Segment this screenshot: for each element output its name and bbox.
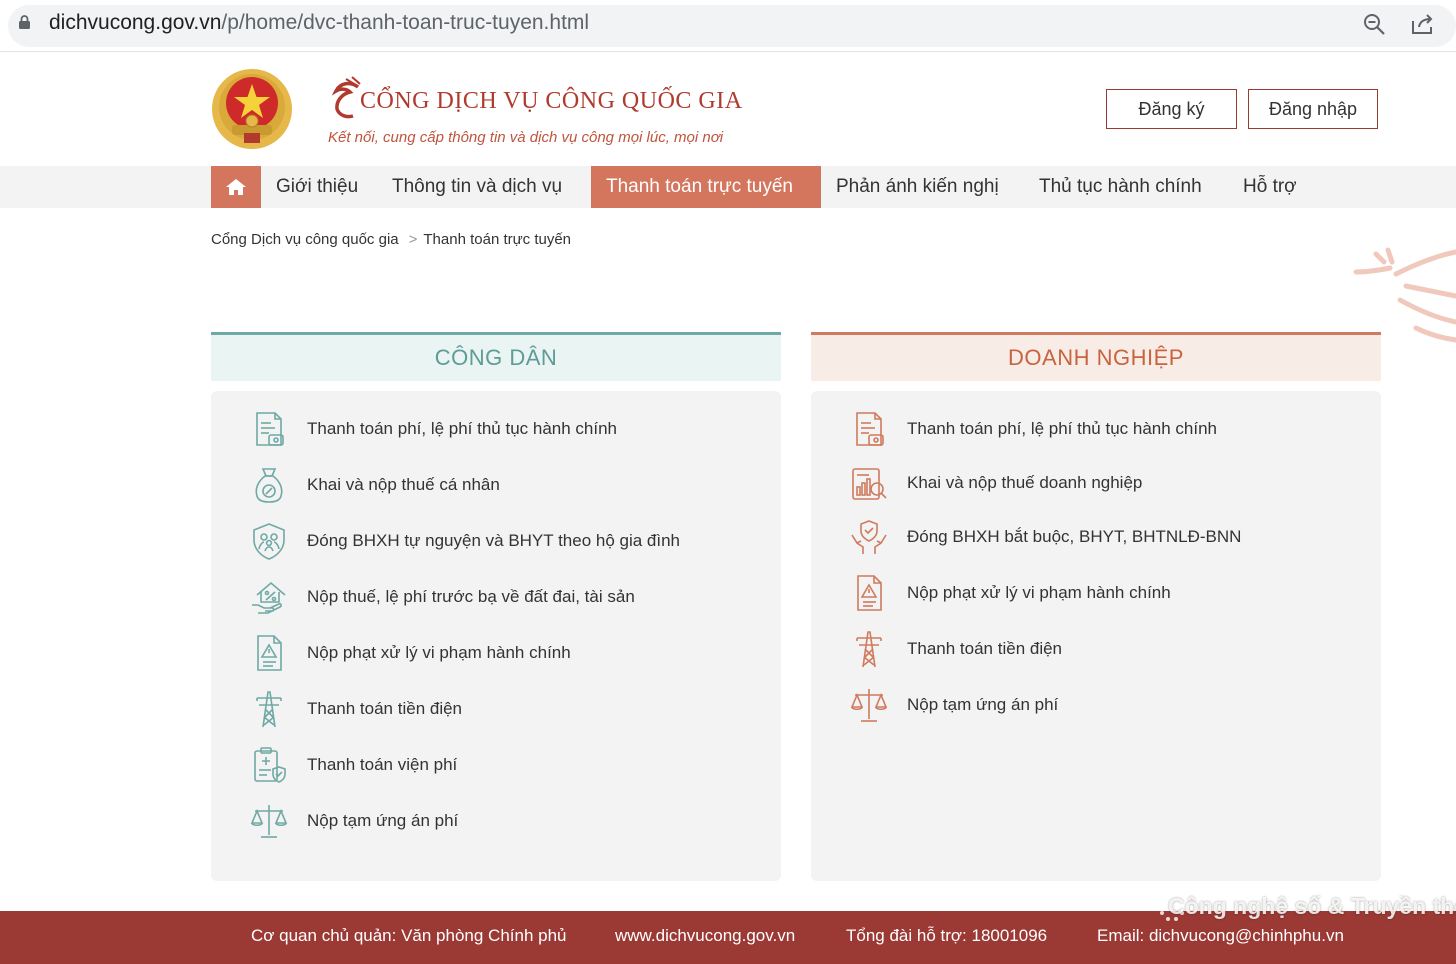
footer-hotline: Tổng đài hỗ trợ: 18001096 xyxy=(846,926,1048,945)
scales-icon xyxy=(850,689,888,722)
hands-shield-icon xyxy=(851,520,887,554)
business-service-label: Nộp phạt xử lý vi phạm hành chính xyxy=(907,583,1171,602)
business-service-label: Khai và nộp thuế doanh nghiệp xyxy=(907,473,1143,492)
footer-email[interactable]: Email: dichvucong@chinhphu.vn xyxy=(1097,926,1344,946)
warning-document-icon xyxy=(857,575,882,611)
nav-item-ho-tro[interactable]: Hỗ trợ xyxy=(1228,166,1312,208)
citizen-service-personal-tax[interactable]: Khai và nộp thuế cá nhân xyxy=(249,465,500,505)
business-service-label: Nộp tạm ứng án phí xyxy=(907,695,1059,714)
business-tax-icon xyxy=(852,468,887,500)
url-host: dichvucong.gov.vn xyxy=(49,11,222,34)
citizen-service-label: Thanh toán viện phí xyxy=(307,755,458,774)
nav-item-thanh-toan[interactable]: Thanh toán trực tuyến xyxy=(591,166,821,208)
power-tower-icon xyxy=(256,691,282,728)
nav-item-thong-tin-dich-vu[interactable]: Thông tin và dịch vụ xyxy=(377,166,577,208)
nav-home[interactable] xyxy=(211,166,261,208)
citizen-service-label: Khai và nộp thuế cá nhân xyxy=(307,475,500,494)
citizen-service-label: Nộp thuế, lệ phí trước bạ về đất đai, tà… xyxy=(307,587,635,606)
fee-document-icon xyxy=(256,412,284,446)
citizen-service-admin-fine[interactable]: Nộp phạt xử lý vi phạm hành chính xyxy=(249,633,571,673)
business-service-business-tax[interactable]: Khai và nộp thuế doanh nghiệp xyxy=(849,463,1142,503)
business-service-admin-fine[interactable]: Nộp phạt xử lý vi phạm hành chính xyxy=(849,573,1171,613)
breadcrumb: Cổng Dịch vụ công quốc gia > Thanh toán tr… xyxy=(211,231,571,248)
house-hand-icon xyxy=(252,581,286,614)
citizen-service-hospital-fee[interactable]: Thanh toán viện phí xyxy=(249,745,457,785)
citizen-service-court-fee[interactable]: Nộp tạm ứng án phí xyxy=(249,801,458,841)
citizen-service-bhxh[interactable]: Đóng BHXH tự nguyện và BHYT theo hộ gia … xyxy=(249,521,680,561)
site-tagline: Kết nối, cung cấp thông tin và dịch vụ c… xyxy=(328,129,724,146)
citizen-service-electricity[interactable]: Thanh toán tiền điện xyxy=(249,689,462,729)
warning-document-icon xyxy=(257,635,282,671)
citizen-service-list: Thanh toán phí, lệ phí thủ tục hành chín… xyxy=(211,391,781,881)
citizen-panel: CÔNG DÂN Thanh toán phí, lệ phí thủ tục … xyxy=(211,332,781,881)
business-service-court-fee[interactable]: Nộp tạm ứng án phí xyxy=(849,685,1058,725)
citizen-service-label: Thanh toán phí, lệ phí thủ tục hành chín… xyxy=(307,419,618,438)
business-service-fee[interactable]: Thanh toán phí, lệ phí thủ tục hành chín… xyxy=(849,409,1217,449)
nav-item-gioi-thieu[interactable]: Giới thiệu xyxy=(261,166,373,208)
home-icon xyxy=(226,179,246,195)
national-emblem-icon[interactable] xyxy=(210,67,294,151)
main-nav: Giới thiệu Thông tin và dịch vụ Thanh to… xyxy=(0,166,1456,208)
nav-item-thu-tuc[interactable]: Thủ tục hành chính xyxy=(1024,166,1217,208)
share-icon[interactable] xyxy=(1410,12,1436,36)
breadcrumb-current: Thanh toán trực tuyến xyxy=(423,231,572,248)
tax-bag-icon xyxy=(255,468,283,503)
business-service-label: Thanh toán tiền điện xyxy=(907,639,1063,658)
citizen-service-label: Thanh toán tiền điện xyxy=(307,699,463,718)
business-service-label: Đóng BHXH bắt buộc, BHYT, BHTNLĐ-BNN xyxy=(907,527,1242,546)
medical-clipboard-icon xyxy=(254,747,286,783)
lock-icon xyxy=(19,15,30,29)
citizen-service-label: Nộp tạm ứng án phí xyxy=(307,811,459,830)
footer-agency: Cơ quan chủ quản: Văn phòng Chính phủ xyxy=(251,926,567,945)
nav-item-phan-anh[interactable]: Phản ánh kiến nghị xyxy=(821,166,1014,208)
citizen-service-fee[interactable]: Thanh toán phí, lệ phí thủ tục hành chín… xyxy=(249,409,617,449)
family-shield-icon xyxy=(253,523,285,560)
fee-document-icon xyxy=(856,412,884,446)
business-service-label: Thanh toán phí, lệ phí thủ tục hành chín… xyxy=(907,419,1218,438)
watermark-text: Công nghệ số & Truyền thông xyxy=(1168,893,1456,919)
site-header: CỔNG DỊCH VỤ CÔNG QUỐC GIA Kết nối, cung… xyxy=(0,53,1456,166)
power-tower-icon xyxy=(856,631,882,668)
login-button[interactable]: Đăng nhập xyxy=(1248,89,1378,129)
business-panel: DOANH NGHIỆP Thanh toán phí, lệ phí thủ … xyxy=(811,332,1381,881)
citizen-service-label: Đóng BHXH tự nguyện và BHYT theo hộ gia … xyxy=(307,531,681,550)
browser-address-bar: dichvucong.gov.vn/p/home/dvc-thanh-toan-… xyxy=(0,0,1456,52)
url-text[interactable]: dichvucong.gov.vn/p/home/dvc-thanh-toan-… xyxy=(49,11,589,35)
breadcrumb-separator: > xyxy=(408,231,418,248)
business-panel-title: DOANH NGHIỆP xyxy=(811,332,1381,381)
business-service-electricity[interactable]: Thanh toán tiền điện xyxy=(849,629,1062,669)
footer-website[interactable]: www.dichvucong.gov.vn xyxy=(615,926,795,946)
site-title[interactable]: CỔNG DỊCH VỤ CÔNG QUỐC GIA xyxy=(360,88,743,115)
register-button[interactable]: Đăng ký xyxy=(1106,89,1237,129)
breadcrumb-home[interactable]: Cổng Dịch vụ công quốc gia xyxy=(211,231,399,248)
citizen-service-label: Nộp phạt xử lý vi phạm hành chính xyxy=(307,643,571,662)
zoom-icon[interactable] xyxy=(1362,12,1386,36)
business-service-bhxh[interactable]: Đóng BHXH bắt buộc, BHYT, BHTNLĐ-BNN xyxy=(849,517,1241,557)
business-service-list: Thanh toán phí, lệ phí thủ tục hành chín… xyxy=(811,391,1381,881)
url-path: /p/home/dvc-thanh-toan-truc-tuyen.html xyxy=(221,11,590,34)
citizen-service-land-tax[interactable]: Nộp thuế, lệ phí trước bạ về đất đai, tà… xyxy=(249,577,635,617)
scales-icon xyxy=(250,805,288,838)
citizen-panel-title: CÔNG DÂN xyxy=(211,332,781,381)
